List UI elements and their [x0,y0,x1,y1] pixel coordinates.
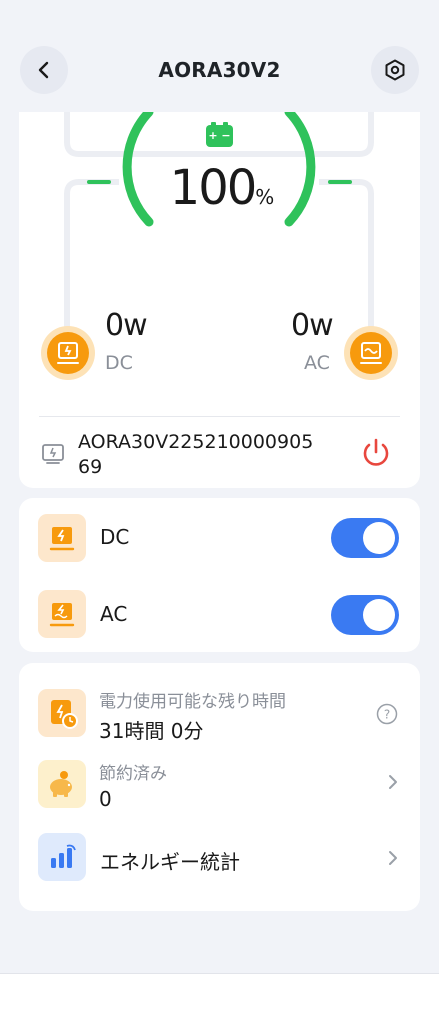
ac-toggle[interactable] [331,595,399,635]
saved-chevron-icon[interactable] [387,772,399,796]
question-circle-icon: ? [376,703,398,725]
help-button[interactable]: ? [376,703,398,725]
dc-toggle[interactable] [331,518,399,558]
battery-percent: 100% [169,160,275,216]
dc-label: DC [105,352,133,374]
header-bar: AORA30V2 [0,0,439,112]
piggy-bank-icon [38,760,86,808]
svg-text:?: ? [384,708,390,722]
device-id: AORA30V22521000090​5 69 [78,431,314,478]
ac-label: AC [304,352,330,374]
battery-arc-right [284,112,316,227]
saved-title: 節約済み [99,764,167,784]
energy-chevron-icon[interactable] [387,848,399,872]
battery-arc-left [122,112,154,227]
hexagon-gear-icon [385,59,405,81]
remaining-time-title: 電力使用可能な残り時間 [99,692,286,712]
energy-chart-icon [38,833,86,881]
dc-output-icon [38,514,86,562]
info-card: 電力使用可能な残り時間 31時間 0分 ? 節約済み 0 エネルギー統計 [19,663,420,911]
ac-port-icon [344,326,398,380]
dc-output-label: DC [100,525,130,549]
saved-value: 0 [99,787,112,811]
device-icon [41,442,65,466]
dc-port-icon [41,326,95,380]
outputs-card: DC AC [19,498,420,652]
ac-power-value: 0w [291,308,334,343]
status-card: + − 100% 0w DC 0w AC [19,112,420,488]
clock-battery-icon [38,689,86,737]
power-icon [363,438,389,466]
remaining-time-value: 31時間 0分 [99,719,204,743]
svg-text:+ −: + − [208,129,230,142]
bottom-bar [0,973,439,1024]
ac-output-icon [38,590,86,638]
energy-stats-label[interactable]: エネルギー統計 [100,846,240,875]
ac-output-label: AC [100,602,128,626]
divider [39,416,400,417]
dc-power-value: 0w [105,308,148,343]
battery-icon: + − [206,122,233,147]
settings-button[interactable] [371,46,419,94]
power-button[interactable] [359,435,393,469]
